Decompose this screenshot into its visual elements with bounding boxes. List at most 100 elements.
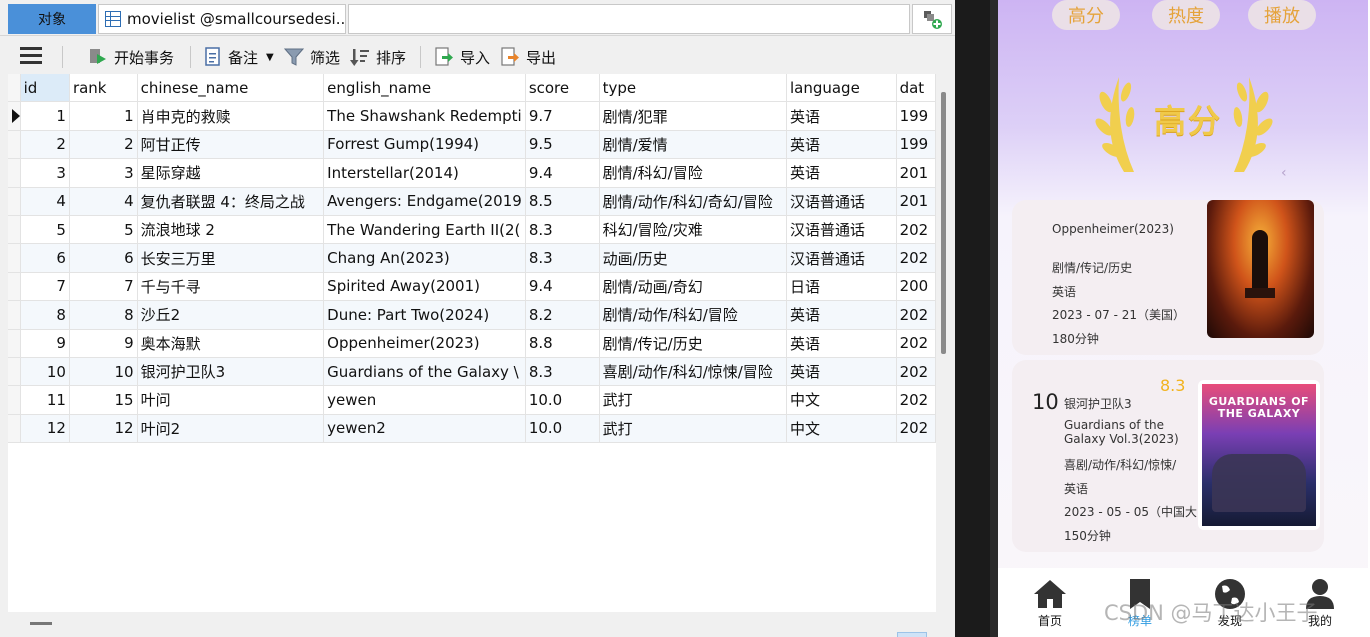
- row-indicator[interactable]: [8, 300, 21, 330]
- row-indicator[interactable]: [8, 357, 21, 387]
- table-cell[interactable]: 叶问2: [137, 414, 325, 444]
- table-cell[interactable]: 8.3: [525, 357, 600, 387]
- table-cell[interactable]: Chang An(2023): [323, 243, 526, 273]
- table-row[interactable]: 1 1 肖申克的救赎 The Shawshank Redempti 9.7 剧情/犯罪 英语…: [8, 101, 936, 131]
- table-cell[interactable]: 动画/历史: [599, 243, 787, 273]
- tab-movielist-table[interactable]: movielist @smallcoursedesi...: [98, 4, 346, 34]
- table-cell[interactable]: 汉语普通话: [786, 187, 897, 216]
- table-cell[interactable]: 1: [69, 101, 138, 131]
- table-cell[interactable]: 英语: [786, 158, 897, 188]
- table-cell[interactable]: 199: [896, 130, 936, 160]
- table-cell[interactable]: 日语: [786, 272, 897, 302]
- table-row[interactable]: 7 7 千与千寻 Spirited Away(2001) 9.4 剧情/动画/奇幻 日语 20…: [8, 272, 936, 302]
- table-cell[interactable]: 奥本海默: [137, 329, 325, 358]
- table-cell[interactable]: 3: [20, 158, 70, 188]
- table-cell[interactable]: 6: [20, 243, 70, 273]
- table-cell[interactable]: 8: [69, 300, 138, 330]
- table-cell[interactable]: 8.3: [525, 215, 600, 245]
- table-cell[interactable]: 9.5: [525, 130, 600, 160]
- table-cell[interactable]: 中文: [786, 385, 897, 415]
- table-cell[interactable]: 英语: [786, 130, 897, 160]
- table-cell[interactable]: 中文: [786, 414, 897, 444]
- table-cell[interactable]: 英语: [786, 101, 897, 131]
- table-cell[interactable]: 2: [20, 130, 70, 160]
- table-cell[interactable]: yewen: [323, 385, 526, 415]
- table-cell[interactable]: 8: [20, 300, 70, 330]
- table-cell[interactable]: 200: [896, 272, 936, 302]
- table-cell[interactable]: 202: [896, 357, 936, 387]
- corner-button[interactable]: [897, 632, 927, 637]
- table-cell[interactable]: 201: [896, 187, 936, 216]
- row-indicator[interactable]: [8, 272, 21, 302]
- table-cell[interactable]: Guardians of the Galaxy \: [323, 357, 526, 387]
- row-indicator[interactable]: [8, 130, 21, 160]
- column-header[interactable]: dat: [896, 74, 936, 103]
- table-cell[interactable]: The Wandering Earth II(2(: [323, 215, 526, 245]
- table-row[interactable]: 8 8 沙丘2 Dune: Part Two(2024) 8.2 剧情/动作/科幻/冒险英…: [8, 300, 936, 330]
- table-cell[interactable]: 9.4: [525, 272, 600, 302]
- table-row[interactable]: 4 4 复仇者联盟 4：终局之战 Avengers: Endgame(2019 8.5 剧…: [8, 187, 936, 216]
- table-cell[interactable]: 202: [896, 385, 936, 415]
- table-cell[interactable]: 3: [69, 158, 138, 188]
- table-cell[interactable]: 剧情/爱情: [599, 130, 787, 160]
- table-cell[interactable]: 肖申克的救赎: [137, 101, 325, 131]
- table-cell[interactable]: 叶问: [137, 385, 325, 415]
- table-cell[interactable]: 剧情/犯罪: [599, 101, 787, 131]
- table-cell[interactable]: 15: [69, 385, 138, 415]
- table-cell[interactable]: 10.0: [525, 414, 600, 444]
- table-cell[interactable]: 8.5: [525, 187, 600, 216]
- table-cell[interactable]: 喜剧/动作/科幻/惊悚/冒险: [599, 357, 787, 387]
- vertical-scrollbar[interactable]: [941, 92, 946, 354]
- column-header[interactable]: english_name: [323, 74, 526, 103]
- table-cell[interactable]: 9.7: [525, 101, 600, 131]
- table-cell[interactable]: 流浪地球 2: [137, 215, 325, 245]
- column-header[interactable]: language: [786, 74, 897, 103]
- table-cell[interactable]: 7: [20, 272, 70, 302]
- row-indicator[interactable]: [8, 329, 21, 358]
- row-indicator[interactable]: [8, 158, 21, 188]
- table-cell[interactable]: The Shawshank Redempti: [323, 101, 526, 131]
- row-indicator[interactable]: [8, 101, 21, 131]
- table-row[interactable]: 3 3 星际穿越 Interstellar(2014) 9.4 剧情/科幻/冒险 英语 201: [8, 158, 936, 188]
- row-indicator[interactable]: [8, 187, 21, 216]
- table-cell[interactable]: 12: [20, 414, 70, 444]
- table-cell[interactable]: 8.2: [525, 300, 600, 330]
- column-header[interactable]: score: [525, 74, 600, 103]
- table-cell[interactable]: 星际穿越: [137, 158, 325, 188]
- table-cell[interactable]: 5: [69, 215, 138, 245]
- table-cell[interactable]: 6: [69, 243, 138, 273]
- table-cell[interactable]: 10: [69, 357, 138, 387]
- table-cell[interactable]: 5: [20, 215, 70, 245]
- table-cell[interactable]: 10.0: [525, 385, 600, 415]
- begin-transaction-button[interactable]: 开始事务: [88, 45, 174, 69]
- table-cell[interactable]: 千与千寻: [137, 272, 325, 302]
- table-cell[interactable]: 8.8: [525, 329, 600, 358]
- table-cell[interactable]: 202: [896, 300, 936, 330]
- table-cell[interactable]: Oppenheimer(2023): [323, 329, 526, 358]
- table-cell[interactable]: 沙丘2: [137, 300, 325, 330]
- table-cell[interactable]: 阿甘正传: [137, 130, 325, 160]
- table-cell[interactable]: 4: [69, 187, 138, 216]
- table-row[interactable]: 6 6 长安三万里 Chang An(2023) 8.3 动画/历史 汉语普通话 202: [8, 243, 936, 273]
- nav-home[interactable]: 首页: [1020, 578, 1080, 629]
- table-cell[interactable]: 10: [20, 357, 70, 387]
- row-indicator[interactable]: [8, 215, 21, 245]
- table-cell[interactable]: 汉语普通话: [786, 215, 897, 245]
- table-cell[interactable]: 剧情/动画/奇幻: [599, 272, 787, 302]
- table-cell[interactable]: Spirited Away(2001): [323, 272, 526, 302]
- table-row[interactable]: 2 2 阿甘正传 Forrest Gump(1994) 9.5 剧情/爱情 英语 199: [8, 130, 936, 160]
- table-cell[interactable]: 202: [896, 215, 936, 245]
- table-cell[interactable]: Avengers: Endgame(2019: [323, 187, 526, 216]
- table-cell[interactable]: 剧情/科幻/冒险: [599, 158, 787, 188]
- table-cell[interactable]: 201: [896, 158, 936, 188]
- table-cell[interactable]: 银河护卫队3: [137, 357, 325, 387]
- row-indicator[interactable]: [8, 385, 21, 415]
- table-cell[interactable]: 英语: [786, 357, 897, 387]
- column-header[interactable]: rank: [69, 74, 138, 103]
- sort-button[interactable]: 排序: [350, 45, 406, 69]
- hamburger-menu-icon[interactable]: [20, 47, 42, 67]
- column-header[interactable]: type: [599, 74, 787, 103]
- table-cell[interactable]: 武打: [599, 414, 787, 444]
- table-cell[interactable]: 英语: [786, 300, 897, 330]
- table-cell[interactable]: 9: [69, 329, 138, 358]
